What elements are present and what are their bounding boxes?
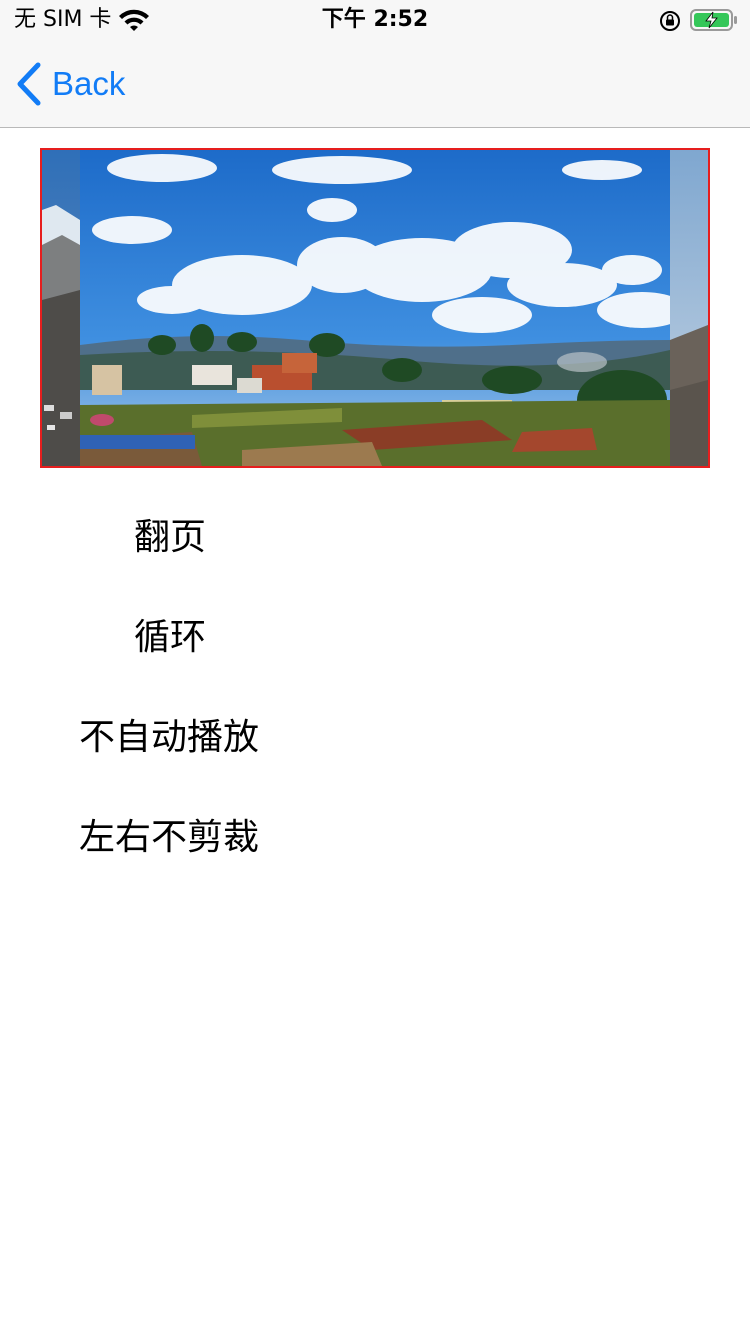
- status-bar: 无 SIM 卡 下午 2:52: [0, 0, 750, 40]
- option-no-autoplay[interactable]: 不自动播放: [79, 716, 259, 760]
- orientation-lock-icon: [660, 11, 680, 31]
- battery-charging-icon: [690, 9, 737, 31]
- landscape-village-photo: [80, 150, 687, 466]
- banner-images: [42, 150, 708, 466]
- option-page-flip[interactable]: 翻页: [134, 516, 206, 560]
- next-image-peek: [670, 150, 708, 466]
- clock: 下午 2:52: [321, 7, 429, 32]
- banner-carousel[interactable]: [40, 148, 710, 468]
- previous-image-peek: [42, 150, 80, 466]
- navigation-bar: Back: [0, 40, 750, 128]
- chevron-left-icon: [17, 62, 41, 106]
- back-button[interactable]: Back: [16, 60, 125, 108]
- option-no-side-crop[interactable]: 左右不剪裁: [79, 816, 259, 860]
- option-loop[interactable]: 循环: [134, 616, 206, 660]
- screen: 无 SIM 卡 下午 2:52 Back 翻页 循环 不自动播放 左右不剪裁: [0, 0, 750, 1334]
- back-label: Back: [52, 65, 126, 102]
